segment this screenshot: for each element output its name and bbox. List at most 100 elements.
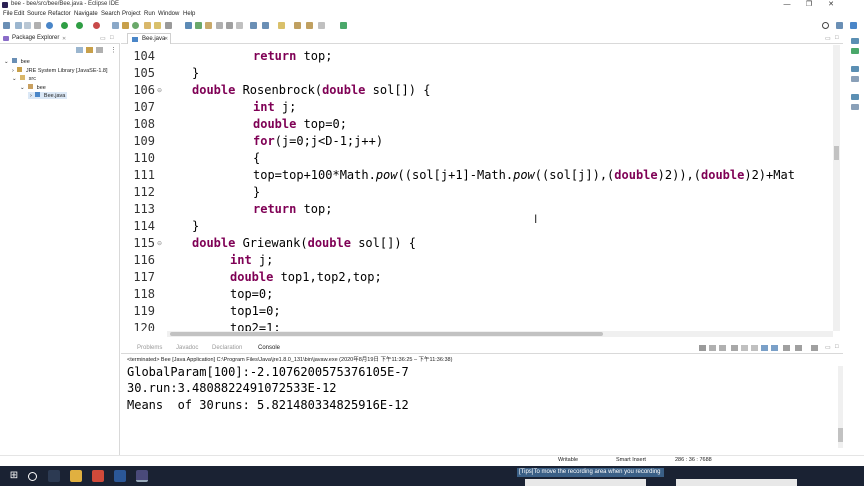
- code-line[interactable]: return top;: [253, 49, 332, 63]
- menu-source[interactable]: Source: [27, 11, 46, 17]
- minimize-console-icon[interactable]: ▭: [825, 344, 831, 351]
- external-tools-icon[interactable]: [93, 22, 100, 29]
- debug-icon[interactable]: [46, 22, 53, 29]
- forward-icon[interactable]: [306, 22, 313, 29]
- code-line[interactable]: }: [253, 185, 260, 199]
- run-last-tool-icon[interactable]: [76, 22, 83, 29]
- annotation-icon[interactable]: [226, 22, 233, 29]
- open-console-icon[interactable]: [811, 345, 818, 351]
- maximize-console-icon[interactable]: □: [835, 344, 839, 350]
- tab-problems[interactable]: Problems: [137, 345, 162, 351]
- restore-bottom-icon[interactable]: [851, 94, 859, 100]
- collapse-all-icon[interactable]: [76, 47, 83, 53]
- code-line[interactable]: }: [192, 219, 199, 233]
- collapse-arrow-icon[interactable]: ›: [30, 93, 32, 99]
- minimize-editor-icon[interactable]: ▭: [825, 35, 831, 42]
- pin-editor-icon[interactable]: [318, 22, 325, 29]
- tab-declaration[interactable]: Declaration: [212, 345, 242, 351]
- close-view-icon[interactable]: ✕: [62, 36, 66, 42]
- search-icon[interactable]: [822, 22, 829, 29]
- toggle-whitespace-icon[interactable]: [205, 22, 212, 29]
- clear-console-icon[interactable]: [731, 345, 738, 351]
- code-line[interactable]: for(j=0;j<D-1;j++): [253, 134, 383, 148]
- new-class-icon[interactable]: [132, 22, 139, 29]
- editor-vertical-scrollbar[interactable]: [833, 45, 840, 331]
- menu-search[interactable]: Search: [101, 11, 120, 17]
- code-line[interactable]: double top1,top2,top;: [230, 270, 382, 284]
- link-with-editor-icon[interactable]: [86, 47, 93, 53]
- show-console-output-icon[interactable]: [761, 345, 768, 351]
- code-line[interactable]: }: [192, 66, 199, 80]
- run-icon[interactable]: [61, 22, 68, 29]
- restore-icon[interactable]: [851, 38, 859, 44]
- code-line[interactable]: double Griewank(double sol[]) {: [192, 236, 416, 250]
- quick-access-icon[interactable]: [340, 22, 347, 29]
- pilcrow-icon[interactable]: [236, 22, 243, 29]
- perspective-icon[interactable]: [836, 22, 843, 29]
- remove-all-launches-icon[interactable]: [719, 345, 726, 351]
- code-line[interactable]: int j;: [253, 100, 296, 114]
- maximize-editor-icon[interactable]: □: [835, 35, 839, 41]
- word-wrap-icon[interactable]: [751, 345, 758, 351]
- minimized-view-icon[interactable]: [851, 76, 859, 82]
- code-line[interactable]: int j;: [230, 253, 273, 267]
- code-line[interactable]: return top;: [253, 202, 332, 216]
- task-list-icon[interactable]: [851, 48, 859, 54]
- expand-arrow-icon[interactable]: ⌄: [12, 76, 17, 82]
- code-line[interactable]: top1=0;: [230, 304, 281, 318]
- editor-vertical-scroll-thumb[interactable]: [834, 146, 839, 160]
- minimize-view-icon[interactable]: ▭: [100, 35, 106, 42]
- menu-navigate[interactable]: Navigate: [74, 11, 98, 17]
- toggle-block-icon[interactable]: [195, 22, 202, 29]
- close-button[interactable]: ✕: [820, 0, 842, 10]
- code-editor[interactable]: 104 return top; 105} 106 ⊖ double Rosenbrock(…: [121, 45, 833, 331]
- scroll-lock-icon[interactable]: [741, 345, 748, 351]
- new-icon[interactable]: [3, 22, 10, 29]
- tree-item-project[interactable]: ⌄ bee: [4, 58, 30, 65]
- prev-annotation-icon[interactable]: [262, 22, 269, 29]
- menu-run[interactable]: Run: [144, 11, 155, 17]
- editor-tab-bee-java[interactable]: Bee.java ✕: [127, 33, 171, 44]
- back-icon[interactable]: [294, 22, 301, 29]
- save-icon[interactable]: [15, 22, 22, 29]
- show-console-error-icon[interactable]: [771, 345, 778, 351]
- minimize-button[interactable]: —: [776, 0, 798, 10]
- tree-item-src[interactable]: ⌄ src: [12, 75, 36, 82]
- terminate-icon[interactable]: [699, 345, 706, 351]
- editor-horizontal-scroll-thumb[interactable]: [170, 332, 603, 336]
- last-edit-icon[interactable]: [278, 22, 285, 29]
- search-tool-icon[interactable]: [165, 22, 172, 29]
- new-java-project-icon[interactable]: [112, 22, 119, 29]
- filter-icon[interactable]: [96, 47, 103, 53]
- menu-file[interactable]: File: [3, 11, 13, 17]
- menu-help[interactable]: Help: [183, 11, 195, 17]
- tab-javadoc[interactable]: Javadoc: [176, 345, 198, 351]
- show-whitespace-icon[interactable]: [216, 22, 223, 29]
- menu-refactor[interactable]: Refactor: [48, 11, 71, 17]
- maximize-button[interactable]: ❐: [798, 0, 820, 10]
- search-taskbar-icon[interactable]: [28, 472, 37, 481]
- start-icon[interactable]: ⊞: [8, 470, 20, 482]
- bottom-view-icon[interactable]: [851, 104, 859, 110]
- new-package-icon[interactable]: [122, 22, 129, 29]
- app-icon[interactable]: [92, 470, 104, 482]
- tree-item-bee-java[interactable]: › Bee.java: [28, 92, 68, 99]
- menu-window[interactable]: Window: [158, 11, 179, 17]
- code-line[interactable]: double top=0;: [253, 117, 347, 131]
- remove-launch-icon[interactable]: [709, 345, 716, 351]
- save-all-icon[interactable]: [24, 22, 31, 29]
- fold-icon[interactable]: ⊖: [157, 87, 162, 94]
- fold-icon[interactable]: ⊖: [157, 240, 162, 247]
- toggle-mark-icon[interactable]: [185, 22, 192, 29]
- file-explorer-icon[interactable]: [70, 470, 82, 482]
- print-icon[interactable]: [34, 22, 41, 29]
- code-line[interactable]: top=top+100*Math.pow((sol[j+1]-Math.pow(…: [253, 168, 795, 182]
- code-line[interactable]: double Rosenbrock(double sol[]) {: [192, 83, 430, 97]
- close-tab-icon[interactable]: ✕: [164, 36, 168, 42]
- display-console-icon[interactable]: [795, 345, 802, 351]
- outline-icon[interactable]: [851, 66, 859, 72]
- console-vertical-scroll-thumb[interactable]: [838, 428, 843, 442]
- expand-arrow-icon[interactable]: ⌄: [4, 59, 9, 65]
- open-type-icon[interactable]: [144, 22, 151, 29]
- next-annotation-icon[interactable]: [250, 22, 257, 29]
